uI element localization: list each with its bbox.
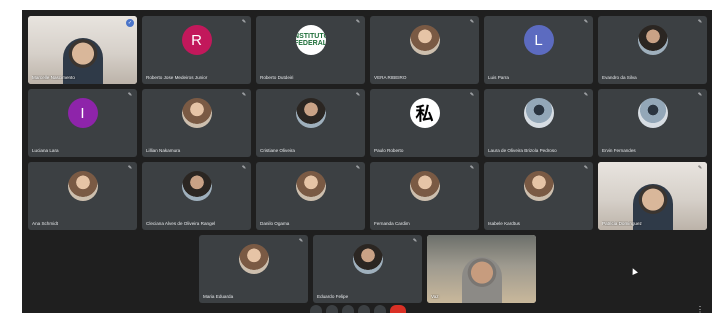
avatar — [181, 171, 212, 202]
participant-name: Luciana Lara — [32, 148, 59, 153]
mic-muted-icon: ✎ — [583, 19, 589, 25]
mic-muted-icon: ✎ — [298, 238, 304, 244]
mic-icon: ✎ — [697, 165, 703, 171]
participant-tile[interactable]: ✎ VERA RIBEIRO — [370, 16, 479, 84]
mic-muted-icon: ✎ — [355, 19, 361, 25]
mic-muted-icon: ✎ — [469, 92, 475, 98]
participant-name: Ana Schmidt — [32, 221, 59, 226]
mic-muted-icon: ✎ — [241, 19, 247, 25]
avatar — [295, 171, 326, 202]
pin-icon[interactable]: ✓ — [126, 19, 134, 27]
participant-tile[interactable]: ✎ Maria Eduarda — [199, 235, 308, 303]
avatar-initial: L — [534, 31, 543, 49]
mic-muted-icon: ✎ — [697, 92, 703, 98]
participant-name: Marcelle Nascimento — [32, 75, 75, 80]
participant-name: Fernanda Cardim — [374, 221, 410, 226]
participant-name: Eduardo Felipe — [317, 294, 349, 299]
participant-tile[interactable]: ✎ 私 Paulo Roberto — [370, 89, 479, 157]
participant-tile[interactable]: ✎ R Roberto Jose Medeiros Junior — [142, 16, 251, 84]
avatar — [238, 244, 269, 275]
participant-tile[interactable]: Vaz — [427, 235, 536, 303]
avatar — [409, 25, 440, 56]
mic-muted-icon: ✎ — [241, 165, 247, 171]
participant-tile[interactable]: ✎ Cleciana Alves de Oliveira Rangel — [142, 162, 251, 230]
mic-muted-icon: ✎ — [469, 19, 475, 25]
participant-tile[interactable]: ✎ Eduardo Felipe — [313, 235, 422, 303]
participant-tile[interactable]: ✎ Patricia Dominguez — [598, 162, 707, 230]
participant-tile[interactable]: ✎ Danilo Ogama — [256, 162, 365, 230]
participant-name: Isabele Kardtus — [488, 221, 520, 226]
participant-name: Roberto Dutdeiri — [260, 75, 294, 80]
mic-muted-icon: ✎ — [355, 92, 361, 98]
meeting-grid: ✓ Marcelle Nascimento ✎ R Roberto Jose M… — [22, 10, 712, 313]
participant-name: Lillian Nakamura — [146, 148, 181, 153]
logo-text: INSTITUTO FEDERAL — [295, 33, 326, 48]
participant-name: Cleciana Alves de Oliveira Rangel — [146, 221, 216, 226]
mic-muted-icon: ✎ — [241, 92, 247, 98]
participant-name: Evandro da Silva — [602, 75, 637, 80]
raise-hand-button[interactable] — [374, 305, 386, 313]
avatar — [523, 98, 554, 129]
participant-tile[interactable]: ✎ Lillian Nakamura — [142, 89, 251, 157]
captions-button[interactable] — [342, 305, 354, 313]
participant-tile[interactable]: ✎ Fernanda Cardim — [370, 162, 479, 230]
mic-muted-icon: ✎ — [697, 19, 703, 25]
avatar: L — [523, 25, 554, 56]
participant-tile[interactable]: ✎ I Luciana Lara — [28, 89, 137, 157]
participant-tile[interactable]: ✎ Laura de Oliveira Brizola Pedroso — [484, 89, 593, 157]
avatar — [181, 98, 212, 129]
avatar — [637, 25, 668, 56]
avatar — [295, 98, 326, 129]
participant-name: Roberto Jose Medeiros Junior — [146, 75, 208, 80]
participant-tile[interactable]: ✓ Marcelle Nascimento — [28, 16, 137, 84]
avatar — [637, 98, 668, 129]
mic-muted-icon: ✎ — [355, 165, 361, 171]
avatar: R — [181, 25, 212, 56]
participant-name: Patricia Dominguez — [602, 221, 642, 226]
participant-tile[interactable]: ✎ INSTITUTO FEDERAL Roberto Dutdeiri — [256, 16, 365, 84]
avatar-glyph-text: 私 — [415, 104, 434, 126]
avatar: I — [67, 98, 98, 129]
participant-tile[interactable]: ✎ Ervin Fernandes — [598, 89, 707, 157]
camera-button[interactable] — [326, 305, 338, 313]
mic-button[interactable] — [310, 305, 322, 313]
mic-muted-icon: ✎ — [127, 165, 133, 171]
mic-muted-icon: ✎ — [127, 92, 133, 98]
call-controls — [310, 305, 406, 313]
mouse-cursor — [630, 267, 638, 275]
participant-tile[interactable]: ✎ Ana Schmidt — [28, 162, 137, 230]
present-button[interactable] — [358, 305, 370, 313]
participant-name: VERA RIBEIRO — [374, 75, 407, 80]
participant-name: Vaz — [431, 294, 439, 299]
mic-muted-icon: ✎ — [412, 238, 418, 244]
participant-tile[interactable]: ✎ Evandro da Silva — [598, 16, 707, 84]
avatar — [409, 171, 440, 202]
avatar-glyph: 私 — [409, 98, 440, 129]
participant-name: Cristiane Oliveira — [260, 148, 295, 153]
avatar-logo: INSTITUTO FEDERAL — [295, 25, 326, 56]
participant-name: Ervin Fernandes — [602, 148, 636, 153]
avatar — [523, 171, 554, 202]
participant-tile[interactable]: ✎ Cristiane Oliveira — [256, 89, 365, 157]
participant-name: Danilo Ogama — [260, 221, 290, 226]
avatar-initial: R — [191, 31, 202, 49]
participant-tile[interactable]: ✎ Isabele Kardtus — [484, 162, 593, 230]
participant-tile[interactable]: ✎ L Luis Parra — [484, 16, 593, 84]
participant-name: Maria Eduarda — [203, 294, 234, 299]
avatar — [67, 171, 98, 202]
avatar — [352, 244, 383, 275]
avatar-initial: I — [80, 104, 85, 122]
participant-name: Paulo Roberto — [374, 148, 404, 153]
participant-name: Luis Parra — [488, 75, 509, 80]
end-call-button[interactable] — [390, 305, 406, 313]
mic-muted-icon: ✎ — [583, 165, 589, 171]
participant-name: Laura de Oliveira Brizola Pedroso — [488, 148, 557, 153]
more-icon[interactable]: ⋮ — [696, 305, 704, 313]
mic-muted-icon: ✎ — [469, 165, 475, 171]
mic-muted-icon: ✎ — [583, 92, 589, 98]
